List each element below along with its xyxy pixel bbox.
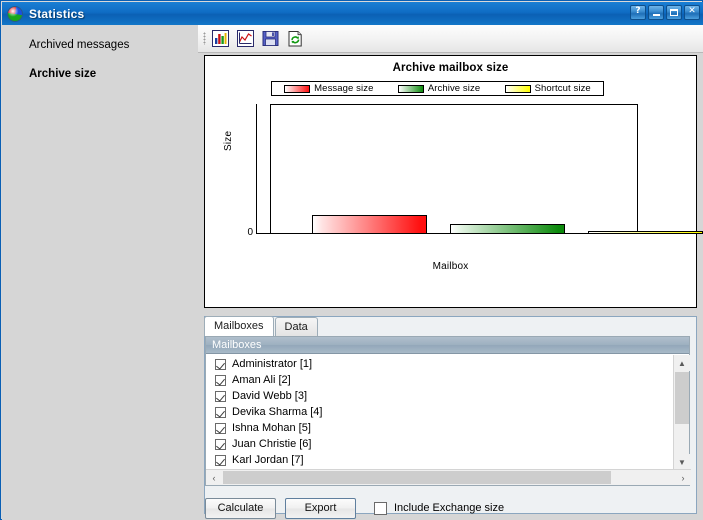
list-item[interactable]: Administrator [1] xyxy=(206,356,673,372)
floppy-disk-glyph xyxy=(262,31,278,46)
maximize-button[interactable] xyxy=(666,5,682,20)
chart-title: Archive mailbox size xyxy=(392,62,509,74)
tab-data[interactable]: Data xyxy=(274,317,318,336)
vertical-scrollbar-thumb[interactable] xyxy=(675,372,689,424)
list-item-label: Karl Jordan [7] xyxy=(232,454,304,466)
list-item-checkbox[interactable] xyxy=(215,422,226,434)
legend-label: Archive size xyxy=(427,83,481,94)
tab-label: Mailboxes xyxy=(214,320,264,332)
caption-button-group: ? ✕ xyxy=(630,5,700,20)
globe-icon xyxy=(7,5,23,22)
close-button[interactable]: ✕ xyxy=(684,5,700,20)
list-item[interactable]: David Webb [3] xyxy=(206,388,673,404)
title-bar: Statistics ? ✕ xyxy=(2,2,703,25)
list-item-label: Aman Ali [2] xyxy=(232,374,291,386)
list-item-label: Ishna Mohan [5] xyxy=(232,422,311,434)
list-item[interactable]: Karl Jordan [7] xyxy=(206,452,673,468)
window-title: Statistics xyxy=(29,6,85,21)
list-item-label: David Webb [3] xyxy=(232,390,308,402)
legend-entry-archive-size: Archive size xyxy=(397,83,481,94)
toolbar-grip[interactable] xyxy=(203,32,206,45)
x-axis-title: Mailbox xyxy=(432,261,469,272)
list-item-checkbox[interactable] xyxy=(215,438,226,450)
list-column-header: Mailboxes xyxy=(206,337,689,354)
list-item-label: Devika Sharma [4] xyxy=(232,406,323,418)
sidebar-item-archive-size[interactable]: Archive size xyxy=(2,63,198,85)
tab-mailboxes[interactable]: Mailboxes xyxy=(204,316,274,336)
list-item-checkbox[interactable] xyxy=(215,358,226,370)
sidebar: Archived messages Archive size xyxy=(2,25,198,520)
help-button[interactable]: ? xyxy=(630,5,646,20)
chart-panel: Archive mailbox size Message size Archiv… xyxy=(204,55,703,308)
refresh-document-icon[interactable] xyxy=(284,28,306,50)
list-item[interactable]: Devika Sharma [4] xyxy=(206,404,673,420)
horizontal-scrollbar-thumb[interactable] xyxy=(223,471,611,484)
list-item-label: Administrator [1] xyxy=(232,358,313,370)
list-item-checkbox[interactable] xyxy=(215,406,226,418)
bar-chart-glyph xyxy=(211,30,229,47)
save-icon[interactable] xyxy=(259,28,281,50)
legend-swatch-archive-size xyxy=(397,84,424,93)
list-item[interactable]: Ishna Mohan [5] xyxy=(206,420,673,436)
tab-label: Data xyxy=(284,321,308,333)
scroll-right-arrow-icon[interactable]: › xyxy=(675,470,691,485)
list-item-checkbox[interactable] xyxy=(215,390,226,402)
bar-archive-size xyxy=(450,223,566,234)
statistics-window: Statistics ? ✕ Archived messages Archive… xyxy=(0,0,703,520)
list-body[interactable]: Administrator [1] Aman Ali [2] David Web… xyxy=(206,355,673,471)
include-exchange-size-checkbox[interactable] xyxy=(374,501,387,515)
scroll-up-arrow-icon[interactable]: ▲ xyxy=(674,355,690,371)
sidebar-item-label: Archive size xyxy=(29,68,97,80)
list-item-checkbox[interactable] xyxy=(215,454,226,466)
sidebar-item-archived-messages[interactable]: Archived messages xyxy=(2,34,198,56)
scroll-down-arrow-icon[interactable]: ▼ xyxy=(674,454,690,470)
chart-legend: Message size Archive size Shortcut size xyxy=(271,81,604,96)
include-exchange-size-label: Include Exchange size xyxy=(394,502,505,514)
bar-message-size xyxy=(312,214,428,234)
horizontal-scrollbar[interactable]: ‹ › xyxy=(206,469,691,485)
tab-strip: Mailboxes Data xyxy=(204,316,318,336)
maximize-glyph xyxy=(670,9,678,16)
minimize-button[interactable] xyxy=(648,5,664,20)
minimize-glyph xyxy=(652,14,660,16)
legend-entry-shortcut-size: Shortcut size xyxy=(504,83,591,94)
close-glyph: ✕ xyxy=(688,6,696,16)
list-item-checkbox[interactable] xyxy=(215,374,226,386)
legend-swatch-message-size xyxy=(284,84,311,93)
mailboxes-list: Mailboxes Administrator [1] Aman Ali [2]… xyxy=(205,336,691,486)
list-item-label: Juan Christie [6] xyxy=(232,438,312,450)
export-button[interactable]: Export xyxy=(285,497,356,519)
list-item[interactable]: Juan Christie [6] xyxy=(206,436,673,452)
content-pane: Archive mailbox size Message size Archiv… xyxy=(198,25,703,520)
vertical-scrollbar[interactable]: ▲ ▼ xyxy=(673,355,690,470)
legend-entry-message-size: Message size xyxy=(284,83,373,94)
scroll-left-arrow-icon[interactable]: ‹ xyxy=(206,470,222,485)
refresh-document-glyph xyxy=(288,31,302,47)
list-item[interactable]: Aman Ali [2] xyxy=(206,372,673,388)
chart-bars xyxy=(257,104,703,234)
line-chart-icon[interactable] xyxy=(234,28,256,50)
bar-chart-icon[interactable] xyxy=(209,28,231,50)
footer-actions: Calculate Export Include Exchange size xyxy=(205,497,691,519)
line-chart-glyph xyxy=(236,30,254,47)
legend-label: Message size xyxy=(314,83,374,94)
y-axis-tick-label: 0 xyxy=(247,227,253,238)
bar-shortcut-size xyxy=(588,230,703,234)
include-exchange-size-row[interactable]: Include Exchange size xyxy=(374,501,505,515)
toolbar xyxy=(198,25,703,53)
help-glyph: ? xyxy=(635,6,641,16)
calculate-button[interactable]: Calculate xyxy=(205,497,276,519)
sidebar-item-label: Archived messages xyxy=(29,39,130,51)
legend-swatch-shortcut-size xyxy=(504,84,531,93)
y-axis-title: Size xyxy=(223,130,234,151)
legend-label: Shortcut size xyxy=(534,83,591,94)
